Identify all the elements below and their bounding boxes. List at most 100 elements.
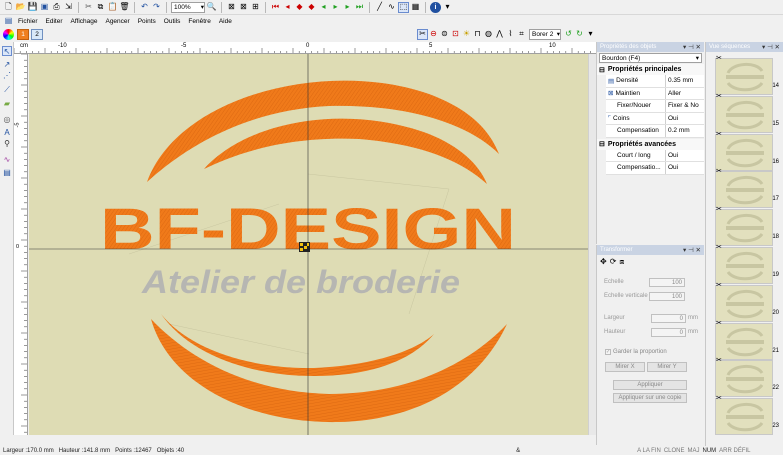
wave-icon[interactable]: ∿ (386, 2, 397, 13)
hauteur-input[interactable]: 0 (651, 328, 686, 337)
close-icon[interactable]: ✕ (775, 44, 780, 51)
crop-icon[interactable]: ✂ (417, 28, 428, 40)
design-canvas[interactable]: BF-DESIGN Atelier de broderie (29, 54, 588, 435)
prop-row-compensation-adv[interactable]: Compensatio... Oui (606, 162, 704, 175)
line-tool-icon[interactable]: ⟋ (2, 85, 12, 95)
print-icon[interactable]: ⎙ (51, 2, 62, 13)
stitch-icon[interactable]: ⋀ (494, 29, 505, 40)
toolbar-options-icon[interactable]: ▾ (442, 2, 453, 13)
satin-icon[interactable]: ⌗ (516, 29, 527, 40)
menu-agencer[interactable]: Agencer (101, 18, 133, 25)
collapse-icon[interactable]: ⊟ (599, 140, 605, 148)
next-color-icon[interactable]: ▸ (342, 2, 353, 13)
prev-color-icon[interactable]: ◂ (282, 2, 293, 13)
sequence-item[interactable] (715, 398, 773, 436)
stop-icon[interactable]: ⊖ (428, 29, 439, 40)
rotate-icon[interactable]: ⟳ (610, 257, 617, 267)
undo-icon[interactable]: ↶ (139, 2, 150, 13)
zoom-in-icon[interactable]: 🔍 (206, 2, 217, 13)
stitch-type-select[interactable]: Borer 2 ▾ (529, 28, 561, 40)
prop-value[interactable]: Oui (666, 113, 704, 125)
vertical-scrollbar[interactable] (588, 54, 596, 435)
prop-row-maintien[interactable]: ⊠ Maintien Aller (606, 87, 704, 100)
reshape-tool-icon[interactable]: ↗ (2, 59, 12, 69)
prop-row-compensation[interactable]: Compensation 0.2 mm (606, 125, 704, 138)
tool-icon-3[interactable]: ⊜ (439, 29, 450, 40)
stitch-view-icon[interactable]: ▦ (410, 2, 421, 13)
end-icon[interactable]: ⏭ (354, 2, 365, 13)
fill-icon[interactable]: ◍ (483, 29, 494, 40)
keep-ratio-checkbox[interactable]: ✓ (605, 349, 611, 355)
prop-value[interactable]: Oui (666, 162, 704, 174)
next-object-icon[interactable]: ◆ (306, 2, 317, 13)
select-icon[interactable]: ⬚ (398, 1, 409, 13)
sequence-item[interactable] (715, 171, 773, 209)
zoom-fit-icon[interactable]: ⊠ (226, 2, 237, 13)
pin-icon[interactable]: ⊣ (688, 44, 694, 51)
fill-tool-icon[interactable]: ▰ (2, 98, 12, 108)
stitch-tool-icon[interactable]: ∿ (2, 154, 12, 164)
close-icon[interactable]: ✕ (696, 247, 701, 254)
tab-1[interactable]: 1 (17, 28, 29, 40)
toolbar-options-icon[interactable]: ▾ (585, 29, 596, 40)
zoom-tool-icon[interactable]: ⚲ (2, 138, 12, 148)
help-icon[interactable]: i (430, 1, 441, 13)
paste-icon[interactable]: 📋 (107, 2, 118, 13)
menu-editer[interactable]: Editer (42, 18, 67, 25)
new-icon[interactable]: 🗋 (3, 2, 14, 13)
menu-fichier[interactable]: Fichier (14, 18, 42, 25)
color-wheel-icon[interactable] (3, 28, 14, 40)
menu-fenetre[interactable]: Fenêtre (184, 18, 214, 25)
sequence-item[interactable] (715, 322, 773, 360)
prop-row-densite[interactable]: ▤ Densité 0.35 mm (606, 75, 704, 88)
text-tool-icon[interactable]: A (2, 127, 12, 137)
menu-points[interactable]: Points (134, 18, 160, 25)
rotate-right-icon[interactable]: ↻ (574, 29, 585, 40)
select-tool-icon[interactable]: ↖ (2, 46, 12, 56)
mirror-y-button[interactable]: Mirer Y (647, 362, 687, 372)
echelle-input[interactable]: 100 (649, 278, 685, 287)
knot-tool-icon[interactable]: ◎ (2, 114, 12, 124)
prop-row-court-long[interactable]: Court / long Oui (606, 149, 704, 162)
import-icon[interactable]: ⇲ (63, 2, 74, 13)
prop-value[interactable]: 0.35 mm (666, 75, 704, 87)
align-icon[interactable]: ⧈ (619, 257, 624, 267)
bulb-icon[interactable]: ☀ (461, 29, 472, 40)
largeur-input[interactable]: 0 (651, 314, 686, 323)
save-as-icon[interactable]: ▣ (39, 2, 50, 13)
line-icon[interactable]: ╱ (374, 2, 385, 13)
object-select[interactable]: Bourdon (F4) ▾ (599, 53, 702, 63)
copy-icon[interactable]: ⧉ (95, 2, 106, 13)
start-point-marker[interactable] (299, 242, 310, 252)
pin-icon[interactable]: ⊣ (688, 247, 694, 254)
apply-button[interactable]: Appliquer (613, 380, 687, 390)
tab-2[interactable]: 2 (31, 28, 43, 40)
prev-object-icon[interactable]: ◆ (294, 2, 305, 13)
next-stitch-icon[interactable]: ▸ (330, 2, 341, 13)
pin-icon[interactable]: ⊣ (767, 44, 773, 51)
echelle-verticale-input[interactable]: 100 (649, 292, 685, 301)
collapse-icon[interactable]: ⊟ (599, 66, 605, 74)
group-main-properties[interactable]: ⊟ Propriétés principales (597, 64, 704, 75)
menu-affichage[interactable]: Affichage (67, 18, 102, 25)
apply-copy-button[interactable]: Appliquer sur une copie (613, 393, 687, 403)
prop-value[interactable]: 0.2 mm (666, 125, 704, 137)
zoom-fit-icon-2[interactable]: ⊠ (238, 2, 249, 13)
tool-icon-4[interactable]: ⊡ (450, 29, 461, 40)
mirror-x-button[interactable]: Mirer X (605, 362, 645, 372)
close-icon[interactable]: ✕ (696, 44, 701, 51)
cut-icon[interactable]: ✂ (83, 2, 94, 13)
sequence-item[interactable] (715, 209, 773, 247)
delete-icon[interactable]: 🗑 (119, 2, 130, 13)
menu-aide[interactable]: Aide (215, 18, 236, 25)
sequence-item[interactable] (715, 284, 773, 322)
app-menu-icon[interactable]: ▤ (3, 16, 14, 27)
menu-outils[interactable]: Outils (160, 18, 185, 25)
prop-value[interactable]: Aller (666, 88, 704, 100)
zoom-select[interactable]: 100% ▾ (171, 1, 205, 13)
group-advanced-properties[interactable]: ⊟ Propriétés avancées (597, 138, 704, 150)
cylinder-icon[interactable]: ⊓ (472, 29, 483, 40)
prop-row-coins[interactable]: ⌜ Coins Oui (606, 112, 704, 125)
move-icon[interactable]: ✥ (600, 257, 607, 267)
sequence-item[interactable] (715, 95, 773, 133)
